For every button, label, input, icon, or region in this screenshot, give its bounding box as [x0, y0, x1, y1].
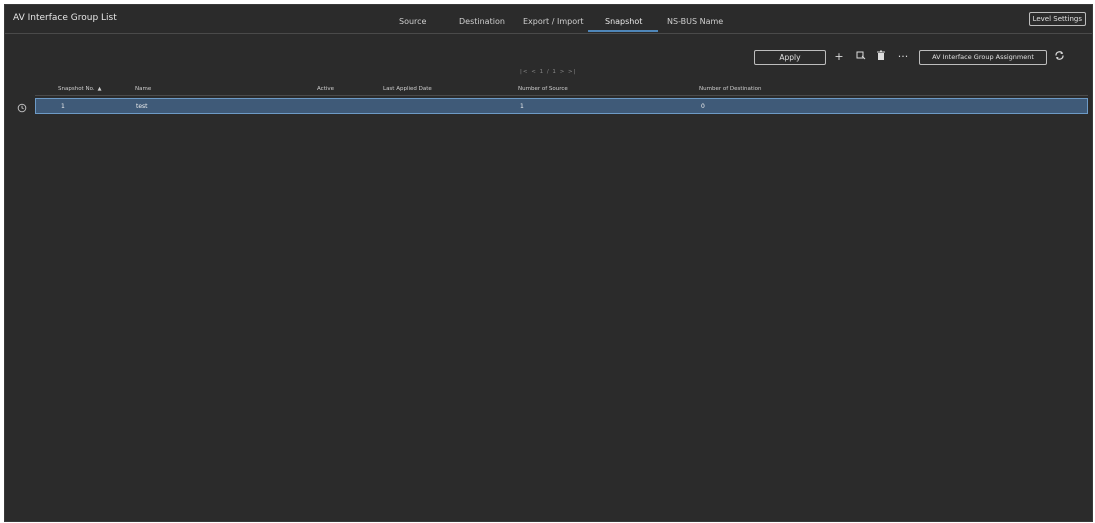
trash-icon[interactable]: [874, 50, 888, 64]
more-icon[interactable]: ···: [896, 50, 910, 64]
tab-destination[interactable]: Destination: [459, 17, 505, 26]
tab-source[interactable]: Source: [399, 17, 426, 26]
sort-ascending-icon: ▲: [97, 86, 102, 92]
table-row[interactable]: 1 test 1 0: [35, 98, 1088, 114]
clock-icon[interactable]: [17, 103, 27, 113]
column-header-name[interactable]: Name: [135, 86, 151, 92]
first-page-button[interactable]: |<: [520, 69, 528, 75]
copy-icon[interactable]: [854, 50, 868, 64]
page-title: AV Interface Group List: [13, 13, 117, 23]
toolbar: Apply + ··· AV Interface Group Assignmen…: [754, 50, 1084, 66]
tab-snapshot[interactable]: Snapshot: [605, 17, 642, 26]
column-header-snapshot-no[interactable]: Snapshot No. ▲: [58, 86, 101, 92]
column-header-number-of-source[interactable]: Number of Source: [518, 86, 568, 92]
refresh-icon[interactable]: [1052, 50, 1066, 64]
column-header-label: Snapshot No.: [58, 86, 95, 92]
prev-page-button[interactable]: <: [531, 69, 537, 75]
pagination: |< < 1 / 1 > >|: [520, 69, 577, 75]
app-window: AV Interface Group List Source Destinati…: [4, 4, 1093, 522]
column-header-number-of-destination[interactable]: Number of Destination: [699, 86, 761, 92]
plus-icon[interactable]: +: [832, 50, 846, 64]
cell-name: test: [136, 103, 148, 110]
tab-ns-bus-name[interactable]: NS-BUS Name: [667, 17, 723, 26]
last-page-button[interactable]: >|: [568, 69, 576, 75]
next-page-button[interactable]: >: [560, 69, 566, 75]
apply-button[interactable]: Apply: [754, 50, 826, 65]
header-bar: AV Interface Group List Source Destinati…: [5, 5, 1092, 34]
level-settings-button[interactable]: Level Settings: [1028, 12, 1086, 26]
av-interface-group-assignment-button[interactable]: AV Interface Group Assignment: [919, 50, 1047, 65]
tab-export-import[interactable]: Export / Import: [523, 17, 584, 26]
cell-number-of-destination: 0: [701, 103, 705, 110]
page-indicator: 1 / 1: [539, 69, 557, 75]
cell-snapshot-no: 1: [61, 103, 65, 110]
cell-number-of-source: 1: [520, 103, 524, 110]
column-header-last-applied-date[interactable]: Last Applied Date: [383, 86, 432, 92]
active-tab-indicator: [588, 30, 658, 32]
table-header: Snapshot No. ▲ Name Active Last Applied D…: [35, 83, 1088, 96]
column-header-active[interactable]: Active: [317, 86, 334, 92]
